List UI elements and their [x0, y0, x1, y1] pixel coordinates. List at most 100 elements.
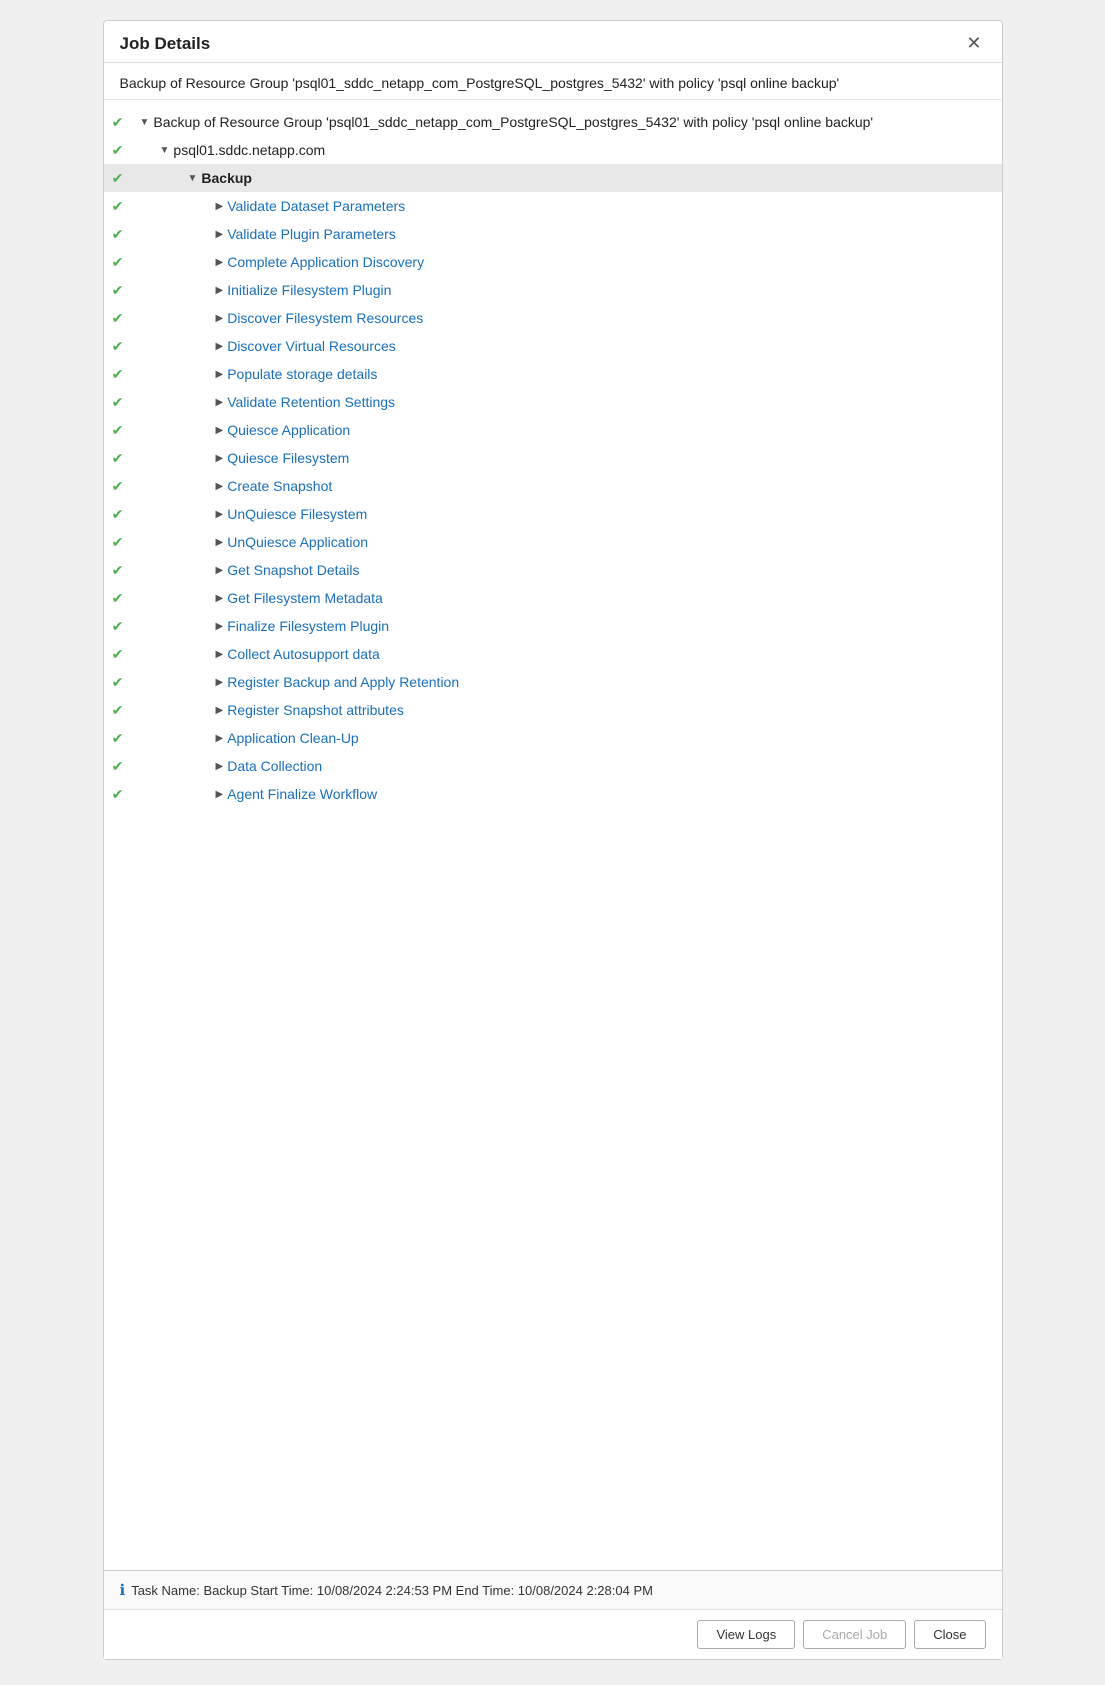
dialog-title: Job Details	[120, 34, 211, 54]
tree-row-task-1[interactable]: ✔▶Validate Plugin Parameters	[104, 220, 1002, 248]
root-label: Backup of Resource Group 'psql01_sddc_ne…	[153, 114, 873, 130]
status-bar: ℹ Task Name: Backup Start Time: 10/08/20…	[104, 1570, 1002, 1609]
tree-row-host[interactable]: ✔ ▼ psql01.sddc.netapp.com	[104, 136, 1002, 164]
expand-arrow-task-1[interactable]: ▶	[216, 229, 224, 240]
task-label-18: Register Snapshot attributes	[227, 702, 404, 718]
dialog-header: Job Details ✕	[104, 21, 1002, 63]
expand-arrow-task-13[interactable]: ▶	[216, 565, 224, 576]
expand-arrow-task-16[interactable]: ▶	[216, 649, 224, 660]
task-label-15: Finalize Filesystem Plugin	[227, 618, 389, 634]
tree-row-task-3[interactable]: ✔▶Initialize Filesystem Plugin	[104, 276, 1002, 304]
check-icon-task-3: ✔	[104, 282, 132, 299]
view-logs-button[interactable]: View Logs	[697, 1620, 795, 1649]
check-icon-backup: ✔	[104, 170, 132, 187]
tree-row-root[interactable]: ✔ ▼ Backup of Resource Group 'psql01_sdd…	[104, 108, 1002, 136]
check-icon-task-6: ✔	[104, 366, 132, 383]
expand-arrow-task-6[interactable]: ▶	[216, 369, 224, 380]
expand-arrow-task-10[interactable]: ▶	[216, 481, 224, 492]
check-icon-task-20: ✔	[104, 758, 132, 775]
tree-row-task-14[interactable]: ✔ ▶Get Filesystem Metadata	[104, 584, 1002, 612]
tree-row-backup[interactable]: ✔ ▼ Backup	[104, 164, 1002, 192]
tree-row-task-6[interactable]: ✔▶Populate storage details	[104, 360, 1002, 388]
expand-arrow-root[interactable]: ▼	[140, 117, 150, 128]
tree-row-task-15[interactable]: ✔ ▶Finalize Filesystem Plugin	[104, 612, 1002, 640]
cancel-job-button[interactable]: Cancel Job	[803, 1620, 906, 1649]
task-label-11: UnQuiesce Filesystem	[227, 506, 367, 522]
task-label-9: Quiesce Filesystem	[227, 450, 349, 466]
expand-arrow-task-14[interactable]: ▶	[216, 593, 224, 604]
task-label-14: Get Filesystem Metadata	[227, 590, 383, 606]
close-icon-button[interactable]: ✕	[962, 33, 985, 54]
status-bar-text: Task Name: Backup Start Time: 10/08/2024…	[131, 1583, 653, 1598]
task-label-8: Quiesce Application	[227, 422, 350, 438]
tree-row-task-18[interactable]: ✔ ▶Register Snapshot attributes	[104, 696, 1002, 724]
check-icon-task-10: ✔	[104, 478, 132, 495]
task-label-13: Get Snapshot Details	[227, 562, 359, 578]
task-label-16: Collect Autosupport data	[227, 646, 380, 662]
task-label-20: Data Collection	[227, 758, 322, 774]
tree-row-task-8[interactable]: ✔ ▶Quiesce Application	[104, 416, 1002, 444]
check-icon-task-7: ✔	[104, 394, 132, 411]
expand-arrow-task-12[interactable]: ▶	[216, 537, 224, 548]
task-label-10: Create Snapshot	[227, 478, 332, 494]
check-icon-task-21: ✔	[104, 786, 132, 803]
tree-row-task-16[interactable]: ✔▶Collect Autosupport data	[104, 640, 1002, 668]
dialog-footer: View Logs Cancel Job Close	[104, 1609, 1002, 1659]
task-label-17: Register Backup and Apply Retention	[227, 674, 459, 690]
expand-arrow-task-19[interactable]: ▶	[216, 733, 224, 744]
tree-row-task-7[interactable]: ✔ ▶Validate Retention Settings	[104, 388, 1002, 416]
info-icon: ℹ	[120, 1581, 126, 1599]
tree-row-task-2[interactable]: ✔ ▶Complete Application Discovery	[104, 248, 1002, 276]
expand-arrow-task-8[interactable]: ▶	[216, 425, 224, 436]
expand-arrow-task-0[interactable]: ▶	[216, 201, 224, 212]
check-icon-task-13: ✔	[104, 562, 132, 579]
expand-arrow-task-9[interactable]: ▶	[216, 453, 224, 464]
tree-row-task-12[interactable]: ✔▶UnQuiesce Application	[104, 528, 1002, 556]
expand-arrow-task-7[interactable]: ▶	[216, 397, 224, 408]
check-icon-task-1: ✔	[104, 226, 132, 243]
tree-row-task-4[interactable]: ✔ ▶Discover Filesystem Resources	[104, 304, 1002, 332]
expand-arrow-task-5[interactable]: ▶	[216, 341, 224, 352]
host-label: psql01.sddc.netapp.com	[173, 142, 325, 158]
expand-arrow-task-20[interactable]: ▶	[216, 761, 224, 772]
check-icon-task-2: ✔	[104, 254, 132, 271]
expand-arrow-task-2[interactable]: ▶	[216, 257, 224, 268]
task-label-7: Validate Retention Settings	[227, 394, 395, 410]
close-button[interactable]: Close	[914, 1620, 985, 1649]
check-icon-task-8: ✔	[104, 422, 132, 439]
expand-arrow-task-17[interactable]: ▶	[216, 677, 224, 688]
check-icon-task-12: ✔	[104, 534, 132, 551]
expand-arrow-task-18[interactable]: ▶	[216, 705, 224, 716]
dialog-subtitle: Backup of Resource Group 'psql01_sddc_ne…	[104, 63, 1002, 100]
tree-row-task-5[interactable]: ✔▶Discover Virtual Resources	[104, 332, 1002, 360]
expand-arrow-task-11[interactable]: ▶	[216, 509, 224, 520]
expand-arrow-task-4[interactable]: ▶	[216, 313, 224, 324]
tree-row-task-0[interactable]: ✔▶Validate Dataset Parameters	[104, 192, 1002, 220]
tree-row-task-9[interactable]: ✔ ▶Quiesce Filesystem	[104, 444, 1002, 472]
expand-arrow-backup[interactable]: ▼	[188, 173, 198, 184]
task-label-21: Agent Finalize Workflow	[227, 786, 377, 802]
tree-row-task-13[interactable]: ✔ ▶Get Snapshot Details	[104, 556, 1002, 584]
check-icon-task-19: ✔	[104, 730, 132, 747]
expand-arrow-host[interactable]: ▼	[160, 145, 170, 156]
tree-row-task-11[interactable]: ✔ ▶UnQuiesce Filesystem	[104, 500, 1002, 528]
tree-row-task-10[interactable]: ✔ ▶Create Snapshot	[104, 472, 1002, 500]
task-label-0: Validate Dataset Parameters	[227, 198, 405, 214]
tree-row-task-19[interactable]: ✔▶Application Clean-Up	[104, 724, 1002, 752]
check-icon-task-11: ✔	[104, 506, 132, 523]
expand-arrow-task-15[interactable]: ▶	[216, 621, 224, 632]
check-icon-task-9: ✔	[104, 450, 132, 467]
task-label-4: Discover Filesystem Resources	[227, 310, 423, 326]
tree-row-task-17[interactable]: ✔▶Register Backup and Apply Retention	[104, 668, 1002, 696]
task-label-2: Complete Application Discovery	[227, 254, 424, 270]
backup-label: Backup	[201, 170, 252, 186]
check-icon-task-14: ✔	[104, 590, 132, 607]
tree-row-task-21[interactable]: ✔ ▶Agent Finalize Workflow	[104, 780, 1002, 808]
check-icon-task-18: ✔	[104, 702, 132, 719]
job-details-dialog: Job Details ✕ Backup of Resource Group '…	[103, 20, 1003, 1660]
check-icon-task-15: ✔	[104, 618, 132, 635]
expand-arrow-task-21[interactable]: ▶	[216, 789, 224, 800]
check-icon-task-4: ✔	[104, 310, 132, 327]
expand-arrow-task-3[interactable]: ▶	[216, 285, 224, 296]
tree-row-task-20[interactable]: ✔ ▶Data Collection	[104, 752, 1002, 780]
